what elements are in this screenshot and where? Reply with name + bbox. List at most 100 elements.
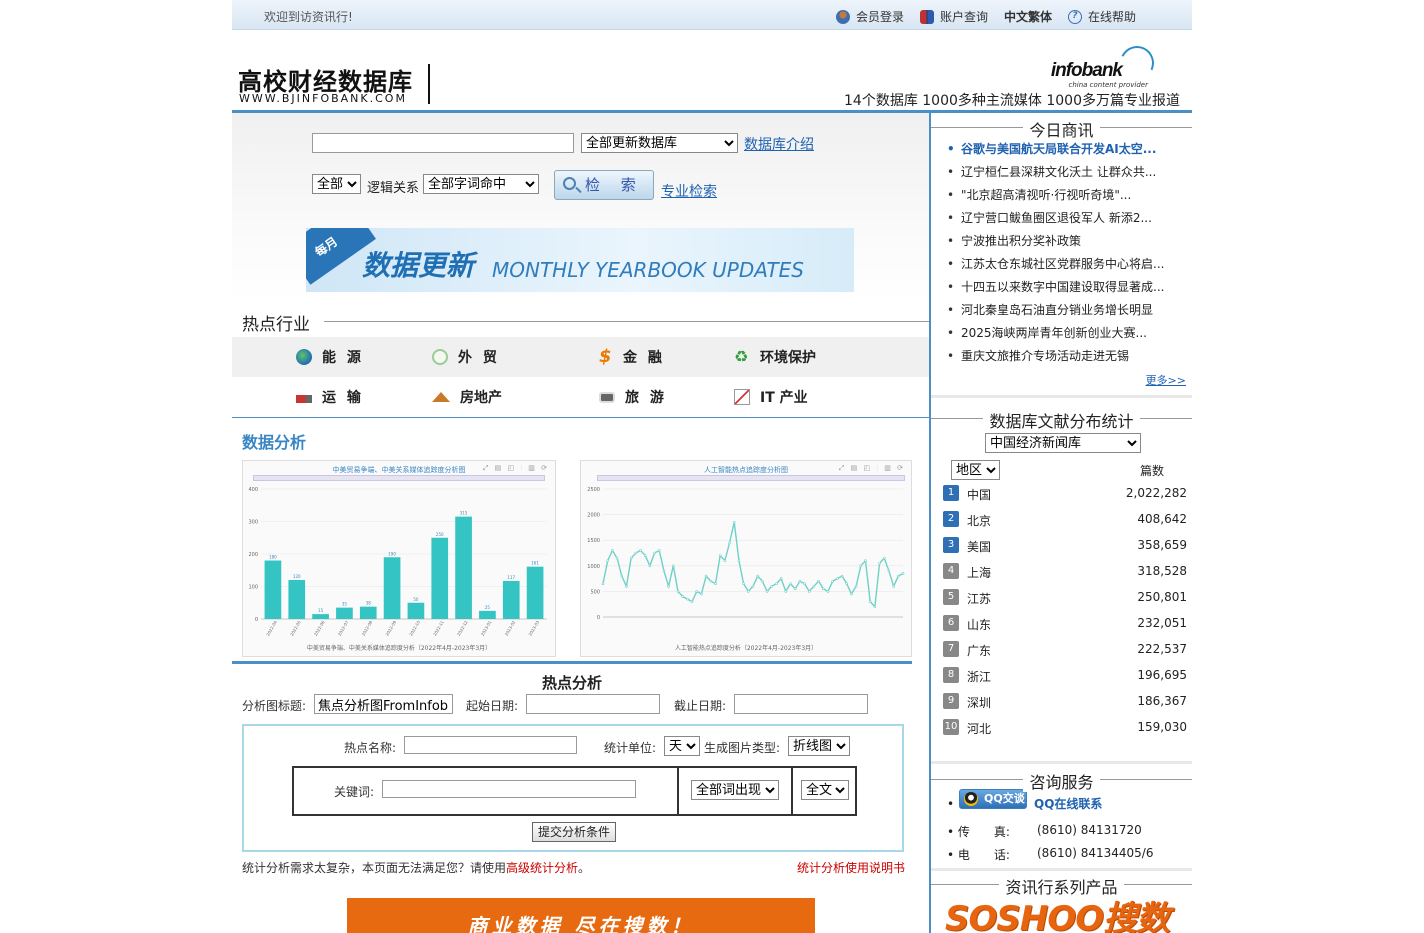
bar-data-label: 38: [366, 601, 372, 606]
data-point: [742, 582, 745, 586]
data-point: [789, 582, 792, 586]
phone-number: (8610) 84134405/6: [1037, 846, 1154, 860]
database-select[interactable]: 全部更新数据库: [581, 133, 738, 153]
search-input[interactable]: [312, 133, 574, 153]
news-item[interactable]: "北京超高清视听·行视听奇境"...: [947, 187, 1187, 210]
stats-row[interactable]: 10 河北 159,030: [943, 719, 1187, 745]
range-select[interactable]: 全文: [801, 780, 849, 800]
qq-chat-button[interactable]: QQ交谈: [959, 789, 1027, 809]
account-query-label: 账户查询: [939, 10, 988, 24]
news-item[interactable]: 谷歌与美国航天局联合开发AI太空...: [947, 141, 1187, 164]
data-point: [873, 605, 877, 609]
y-tick-label: 400: [248, 487, 258, 493]
x-tick-label: 2022-05: [289, 619, 302, 636]
rank-badge: 5: [943, 589, 959, 605]
hot-name-input[interactable]: [404, 736, 577, 754]
industry-trade[interactable]: 外 贸: [432, 347, 500, 367]
news-item[interactable]: 宁波推出积分奖补政策: [947, 233, 1187, 256]
fax-row: • 传 真:: [947, 825, 1010, 839]
stats-row[interactable]: 9 深圳 186,367: [943, 693, 1187, 719]
news-item[interactable]: 辽宁桓仁县深耕文化沃土 让群众共...: [947, 164, 1187, 187]
chart-title-label: 分析图标题:: [242, 699, 307, 713]
member-login-link[interactable]: 会员登录: [835, 8, 904, 25]
soshoo-banner[interactable]: 商业数据 尽在搜数！: [347, 898, 815, 933]
qq-online-link[interactable]: QQ在线联系: [1034, 795, 1102, 812]
trade-dispute-chart[interactable]: 中美贸易争端、中美关系媒体追踪度分析图 ⤢ ▤ ◰ ⫶ ▥ ⟳ 0 100 200 3…: [242, 460, 556, 657]
keyword-input[interactable]: [382, 780, 636, 798]
news-item[interactable]: 河北秦皇岛石油直分销业务增长明显: [947, 302, 1187, 325]
industry-label: 房地产: [460, 390, 502, 406]
chart-title-input[interactable]: [314, 694, 453, 714]
logic-select[interactable]: 全部字词命中: [423, 174, 539, 194]
industry-environment[interactable]: ♻ 环境保护: [734, 347, 816, 367]
news-list: 谷歌与美国航天局联合开发AI太空... 辽宁桓仁县深耕文化沃土 让群众共... …: [947, 141, 1187, 371]
end-date-label: 截止日期:: [674, 699, 727, 713]
chart-type-select[interactable]: 折线图: [788, 736, 850, 756]
industry-transport[interactable]: 运 输: [296, 387, 364, 407]
traditional-chinese-link[interactable]: 中文繁体: [1004, 8, 1052, 25]
search-button[interactable]: 检 索: [554, 170, 654, 200]
industry-it[interactable]: IT 产业: [734, 387, 808, 407]
end-date-input[interactable]: [734, 694, 868, 714]
search-button-label: 检 索: [585, 176, 644, 194]
stats-row[interactable]: 4 上海 318,528: [943, 563, 1187, 589]
soshoo-logo[interactable]: SOSHOO搜数: [945, 891, 1170, 933]
industry-tourism[interactable]: 旅 游: [599, 387, 667, 407]
start-date-input[interactable]: [526, 694, 660, 714]
region-count: 358,659: [1137, 538, 1187, 552]
stats-row[interactable]: 7 广东 222,537: [943, 641, 1187, 667]
stats-row[interactable]: 1 中国 2,022,282: [943, 485, 1187, 511]
analysis-manual-link[interactable]: 统计分析使用说明书: [797, 859, 905, 876]
ai-hotspot-chart[interactable]: 人工智能热点追踪度分析图 ⤢ ▤ ◰ ⫶ ▥ ⟳ 0 500 1000 1500 200…: [580, 460, 912, 657]
x-tick-label: 2022-04: [265, 619, 278, 636]
y-tick-label: 2500: [587, 487, 600, 493]
stats-row[interactable]: 8 浙江 196,695: [943, 667, 1187, 693]
region-count: 2,022,282: [1125, 486, 1187, 500]
stats-row[interactable]: 3 美国 358,659: [943, 537, 1187, 563]
data-point: [868, 600, 872, 603]
account-query-link[interactable]: 账户查询: [919, 8, 988, 25]
industry-real-estate[interactable]: 房地产: [432, 387, 502, 407]
news-item[interactable]: 江苏太仓东城社区党群服务中心将启...: [947, 256, 1187, 279]
news-item[interactable]: 辽宁营口鲅鱼圈区退役军人 新添2...: [947, 210, 1187, 233]
rank-badge: 9: [943, 693, 959, 709]
rank-badge: 6: [943, 615, 959, 631]
database-intro-link[interactable]: 数据库介绍: [744, 134, 814, 154]
match-select[interactable]: 全部词出现: [691, 780, 779, 800]
data-point: [625, 584, 628, 588]
infobank-tagline: china content provider: [1068, 81, 1148, 89]
unit-label: 统计单位:: [604, 741, 657, 755]
news-item[interactable]: 十四五以来数字中国建设取得显著成...: [947, 279, 1187, 302]
advanced-analysis-link[interactable]: 高级统计分析: [506, 861, 578, 875]
stats-database-select[interactable]: 中国经济新闻库: [985, 433, 1141, 453]
start-date-label: 起始日期:: [466, 699, 519, 713]
x-tick-label: 2022-09: [384, 619, 397, 636]
industry-finance[interactable]: $ 金 融: [599, 347, 665, 367]
service-title-text: 咨询服务: [1023, 773, 1100, 792]
data-point: [601, 582, 605, 586]
news-item[interactable]: 2025海峡两岸青年创新创业大赛...: [947, 325, 1187, 348]
data-point: [779, 577, 783, 580]
data-point: [704, 574, 708, 578]
stats-row[interactable]: 2 北京 408,642: [943, 511, 1187, 537]
industry-energy[interactable]: 能 源: [296, 347, 364, 367]
region-name: 北京: [967, 514, 992, 528]
unit-select[interactable]: 天: [664, 736, 700, 756]
stats-row[interactable]: 6 山东 232,051: [943, 615, 1187, 641]
industries-bottom-rule: [232, 417, 929, 418]
region-select[interactable]: 地区: [951, 460, 1000, 480]
data-point: [887, 569, 891, 573]
news-item[interactable]: 重庆文旅推介专场活动走进无锡: [947, 348, 1187, 371]
online-help-link[interactable]: ? 在线帮助: [1067, 8, 1136, 25]
data-point: [747, 590, 750, 593]
stats-row[interactable]: 5 江苏 250,801: [943, 589, 1187, 615]
advanced-search-link[interactable]: 专业检索: [661, 181, 717, 201]
data-point: [643, 554, 647, 557]
scope-select[interactable]: 全部: [312, 174, 361, 194]
monthly-update-banner[interactable]: 每月 数据更新 MONTHLY YEARBOOK UPDATES: [306, 228, 854, 292]
bar-data-label: 15: [318, 608, 324, 613]
data-point: [784, 590, 788, 593]
submit-analysis-button[interactable]: 提交分析条件: [532, 822, 616, 842]
news-more-link[interactable]: 更多>>: [1146, 372, 1186, 388]
phone-label: 电 话:: [957, 848, 1010, 862]
